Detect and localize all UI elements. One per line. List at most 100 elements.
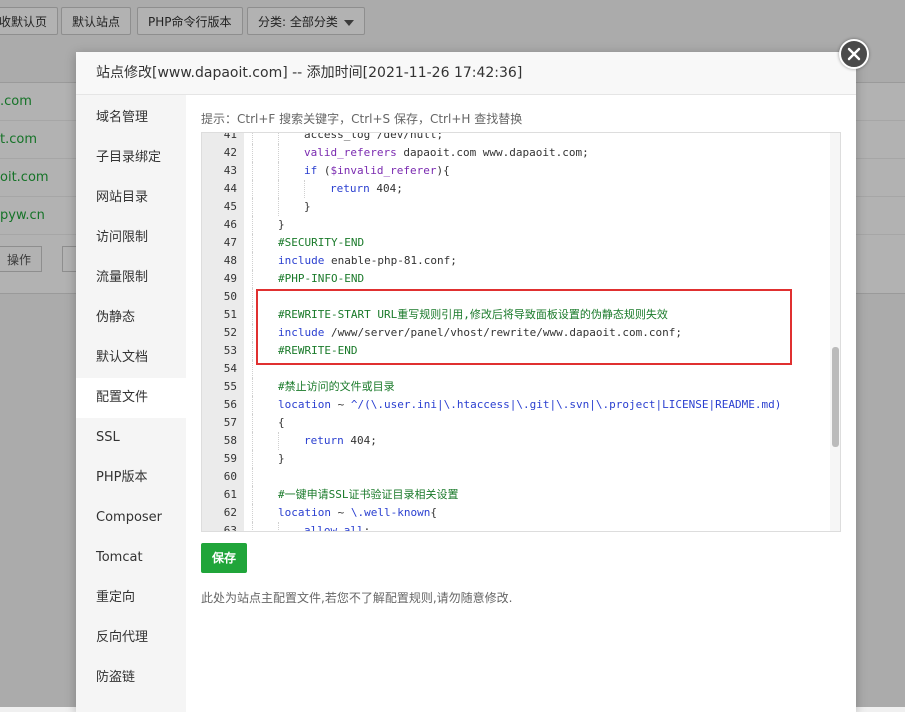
code-line[interactable]: 60 bbox=[202, 468, 830, 486]
code-token: dapaoit.com www.dapaoit.com; bbox=[396, 146, 589, 159]
sidebar-item[interactable]: SSL bbox=[76, 418, 186, 458]
code-line[interactable]: 43 if ($invalid_referer){ bbox=[202, 162, 830, 180]
line-number: 56 bbox=[223, 398, 237, 411]
line-number: 49 bbox=[223, 272, 237, 285]
code-line[interactable]: 45} bbox=[202, 198, 830, 216]
save-button[interactable]: 保存 bbox=[201, 543, 247, 573]
code-line[interactable]: 49 #PHP-INFO-END bbox=[202, 270, 830, 288]
code-line[interactable]: 59} bbox=[202, 450, 830, 468]
code-token: ( bbox=[317, 164, 331, 177]
code-text: { bbox=[252, 414, 285, 432]
sidebar-item[interactable]: 配置文件 bbox=[76, 378, 186, 418]
code-token: #SECURITY-END bbox=[278, 236, 365, 249]
code-text: access_log /dev/null; bbox=[252, 132, 444, 144]
line-number: 57 bbox=[223, 416, 237, 429]
line-number: 45 bbox=[223, 200, 237, 213]
code-line[interactable]: 41 access_log /dev/null; bbox=[202, 132, 830, 144]
code-line[interactable]: 55 #禁止访问的文件或目录 bbox=[202, 378, 830, 396]
line-number: 52 bbox=[223, 326, 237, 339]
code-line[interactable]: 58 return 404; bbox=[202, 432, 830, 450]
sidebar-item[interactable]: 网站目录 bbox=[76, 178, 186, 218]
line-number: 55 bbox=[223, 380, 237, 393]
scrollbar-thumb[interactable] bbox=[832, 347, 839, 447]
sidebar-item[interactable]: 伪静态 bbox=[76, 298, 186, 338]
rewrite-highlight-box bbox=[256, 289, 792, 365]
code-line[interactable]: 63 allow all; bbox=[202, 522, 830, 532]
code-token: location bbox=[278, 506, 331, 519]
sidebar-item[interactable]: 默认文档 bbox=[76, 338, 186, 378]
indent-guide bbox=[278, 162, 304, 180]
line-number: 50 bbox=[223, 290, 237, 303]
code-token: access_log /dev/null; bbox=[304, 132, 444, 141]
close-button[interactable] bbox=[839, 39, 869, 69]
indent-guide bbox=[252, 486, 278, 504]
code-line[interactable]: 44 return 404; bbox=[202, 180, 830, 198]
code-token: { bbox=[278, 416, 285, 429]
indent-guide bbox=[278, 522, 304, 531]
code-line[interactable]: 47 #SECURITY-END bbox=[202, 234, 830, 252]
indent-guide bbox=[252, 450, 278, 468]
code-token: \.well-known bbox=[350, 506, 431, 519]
code-line[interactable]: 46} bbox=[202, 216, 830, 234]
sidebar-item[interactable]: 域名管理 bbox=[76, 98, 186, 138]
code-text: return 404; bbox=[252, 432, 377, 450]
code-line[interactable]: 61 #一键申请SSL证书验证目录相关设置 bbox=[202, 486, 830, 504]
modal-sidebar: 域名管理 子目录绑定 网站目录 访问限制 流量限制 伪静态 默认文档 配置文件 SSL PHP版本… bbox=[76, 95, 186, 712]
shortcut-tip: 提示：Ctrl+F 搜索关键字，Ctrl+S 保存，Ctrl+H 查找替换 bbox=[201, 112, 523, 126]
editor-scrollbar[interactable] bbox=[830, 133, 840, 531]
line-number: 62 bbox=[223, 506, 237, 519]
code-token: #禁止访问的文件或目录 bbox=[278, 380, 395, 393]
code-line[interactable]: 62 location ~ \.well-known{ bbox=[202, 504, 830, 522]
sidebar-item[interactable]: Tomcat bbox=[76, 538, 186, 578]
code-token: #PHP-INFO-END bbox=[278, 272, 365, 285]
sidebar-item[interactable]: 重定向 bbox=[76, 578, 186, 618]
code-text: } bbox=[252, 216, 285, 234]
code-line[interactable]: 56 location ~ ^/(\.user.ini|\.htaccess|\.… bbox=[202, 396, 830, 414]
line-number: 51 bbox=[223, 308, 237, 321]
line-number: 48 bbox=[223, 254, 237, 267]
code-token: all bbox=[343, 524, 364, 532]
code-token: ^/(\.user.ini|\.htaccess|\.git|\.svn|\.p… bbox=[350, 398, 782, 411]
sidebar-item[interactable]: 子目录绑定 bbox=[76, 138, 186, 178]
code-token: location bbox=[278, 398, 331, 411]
sidebar-item[interactable]: 流量限制 bbox=[76, 258, 186, 298]
indent-guide bbox=[252, 162, 278, 180]
code-token: ){ bbox=[436, 164, 450, 177]
sidebar-item[interactable]: 反向代理 bbox=[76, 618, 186, 658]
code-line[interactable]: 57 { bbox=[202, 414, 830, 432]
code-token: ; bbox=[363, 524, 371, 532]
code-token: $invalid_referer bbox=[330, 164, 437, 177]
config-warning-note: 此处为站点主配置文件,若您不了解配置规则,请勿随意修改. bbox=[201, 591, 513, 605]
indent-guide bbox=[252, 144, 278, 162]
indent-guide bbox=[278, 180, 304, 198]
sidebar-item[interactable]: 防盗链 bbox=[76, 658, 186, 698]
sidebar-item[interactable]: PHP版本 bbox=[76, 458, 186, 498]
code-text: location ~ \.well-known{ bbox=[252, 504, 437, 522]
indent-guide bbox=[252, 252, 278, 270]
line-number: 63 bbox=[223, 524, 237, 532]
line-number: 41 bbox=[223, 132, 237, 141]
line-number: 46 bbox=[223, 218, 237, 231]
sidebar-item[interactable]: Composer bbox=[76, 498, 186, 538]
line-number: 44 bbox=[223, 182, 237, 195]
modal-content: 提示：Ctrl+F 搜索关键字，Ctrl+S 保存，Ctrl+H 查找替换 41… bbox=[186, 95, 856, 712]
indent-guide bbox=[252, 468, 278, 486]
code-token: #一键申请SSL证书验证目录相关设置 bbox=[278, 488, 459, 501]
code-text: return 404; bbox=[252, 180, 403, 198]
config-code-editor[interactable]: 41 access_log /dev/null; 42 valid_referers … bbox=[201, 132, 841, 532]
code-line[interactable]: 42 valid_referers dapaoit.com www.dapaoit… bbox=[202, 144, 830, 162]
indent-guide bbox=[252, 396, 278, 414]
sidebar-item[interactable]: 访问限制 bbox=[76, 218, 186, 258]
indent-guide bbox=[252, 216, 278, 234]
code-token: valid_referers bbox=[304, 146, 397, 159]
indent-guide bbox=[278, 144, 304, 162]
indent-guide bbox=[278, 198, 304, 216]
code-text: include enable-php-81.conf; bbox=[252, 252, 457, 270]
code-token: 404; bbox=[343, 434, 377, 447]
code-line[interactable]: 48 include enable-php-81.conf; bbox=[202, 252, 830, 270]
indent-guide bbox=[252, 378, 278, 396]
close-icon bbox=[847, 47, 861, 61]
site-edit-modal: 站点修改[www.dapaoit.com] -- 添加时间[2021-11-26… bbox=[76, 52, 856, 712]
indent-guide bbox=[252, 432, 278, 450]
code-text: valid_referers dapaoit.com www.dapaoit.c… bbox=[252, 144, 589, 162]
